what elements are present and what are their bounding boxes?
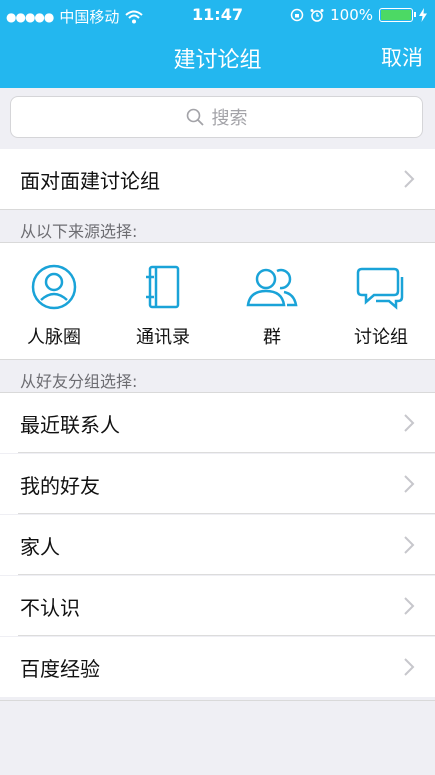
chevron-right-icon: [404, 170, 415, 188]
battery-percent: 100%: [330, 6, 373, 24]
address-book-icon: [146, 265, 180, 309]
chevron-right-icon: [404, 597, 415, 615]
friend-group-row[interactable]: 不认识: [0, 576, 435, 636]
page-title: 建讨论组: [173, 48, 262, 73]
source-label: 群: [263, 327, 281, 348]
face-to-face-label: 面对面建讨论组: [20, 169, 160, 193]
friend-group-row[interactable]: 我的好友: [0, 454, 435, 514]
alarm-icon: [310, 9, 324, 22]
group-icon: [246, 268, 298, 307]
cancel-button[interactable]: 取消: [381, 42, 423, 72]
chat-bubbles-icon: [356, 267, 404, 310]
top-bar: ●●●●● 中国移动 11:47 100% 建讨论组 取消: [0, 0, 435, 88]
search-input[interactable]: 搜索: [10, 96, 423, 138]
friend-group-row[interactable]: 百度经验: [0, 637, 435, 697]
row-divider: [18, 452, 435, 453]
row-divider: [18, 513, 435, 514]
source-contacts-circle[interactable]: 人脉圈: [0, 263, 108, 349]
chevron-right-icon: [404, 475, 415, 493]
contacts-circle-icon: [31, 264, 77, 310]
source-label: 人脉圈: [27, 327, 81, 348]
search-placeholder: 搜索: [211, 108, 248, 129]
charging-icon: [419, 8, 427, 22]
friend-group-label: 家人: [20, 535, 60, 559]
search-bar-container: 搜索: [0, 88, 435, 148]
chevron-right-icon: [404, 536, 415, 554]
friend-group-row[interactable]: 最近联系人: [0, 393, 435, 453]
status-bar: ●●●●● 中国移动 11:47 100%: [0, 0, 435, 30]
source-group[interactable]: 群: [218, 263, 326, 349]
friend-group-label: 不认识: [20, 596, 80, 620]
source-label: 讨论组: [354, 327, 408, 348]
friends-section-header: 从好友分组选择:: [0, 359, 435, 393]
source-address-book[interactable]: 通讯录: [109, 263, 217, 349]
friend-group-row[interactable]: 家人: [0, 515, 435, 575]
friend-group-label: 我的好友: [20, 474, 100, 498]
source-discussion-group[interactable]: 讨论组: [327, 263, 435, 349]
battery-icon: [379, 8, 416, 22]
friend-group-label: 百度经验: [20, 657, 100, 681]
chevron-right-icon: [404, 658, 415, 676]
sources-section-header: 从以下来源选择:: [0, 209, 435, 243]
source-label: 通讯录: [136, 327, 190, 348]
row-divider: [18, 574, 435, 575]
friend-group-label: 最近联系人: [20, 413, 120, 437]
rotation-lock-icon: [290, 8, 304, 22]
row-divider: [18, 635, 435, 636]
sources-panel: 人脉圈 通讯录 群 讨论组: [0, 243, 435, 359]
search-icon: [186, 108, 204, 126]
chevron-right-icon: [404, 414, 415, 432]
face-to-face-row[interactable]: 面对面建讨论组: [0, 149, 435, 209]
bottom-spacer: [0, 700, 435, 775]
